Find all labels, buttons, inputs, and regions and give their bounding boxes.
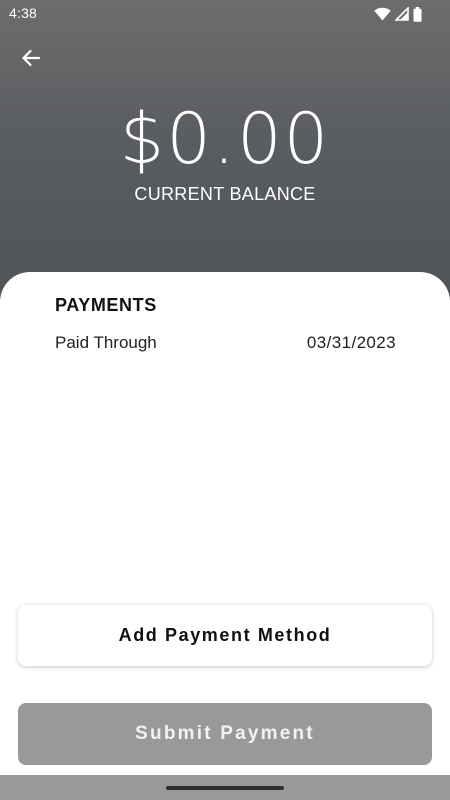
payments-title: PAYMENTS xyxy=(55,295,157,315)
back-button[interactable] xyxy=(14,41,48,75)
home-indicator[interactable] xyxy=(166,786,284,790)
arrow-left-icon xyxy=(22,49,41,67)
cellular-signal-icon xyxy=(395,7,409,21)
status-icons xyxy=(374,6,422,22)
paid-through-row: Paid Through 03/31/2023 xyxy=(55,333,396,357)
navigation-bar xyxy=(0,775,450,800)
add-payment-method-button[interactable]: Add Payment Method xyxy=(18,605,432,666)
paid-through-date: 03/31/2023 xyxy=(306,333,396,352)
battery-icon xyxy=(413,6,422,22)
status-time: 4:38 xyxy=(9,5,38,21)
balance-amount: $0.00 xyxy=(119,98,331,180)
balance-header: 4:38 $0.00 CURRENT BALANCE xyxy=(0,0,450,300)
wifi-icon xyxy=(374,7,391,21)
submit-payment-button[interactable]: Submit Payment xyxy=(18,703,432,765)
paid-through-label: Paid Through xyxy=(55,333,157,352)
balance-label: CURRENT BALANCE xyxy=(134,184,316,204)
status-bar: 4:38 xyxy=(0,0,450,28)
payments-card: PAYMENTS Paid Through 03/31/2023 Add Pay… xyxy=(0,272,450,775)
